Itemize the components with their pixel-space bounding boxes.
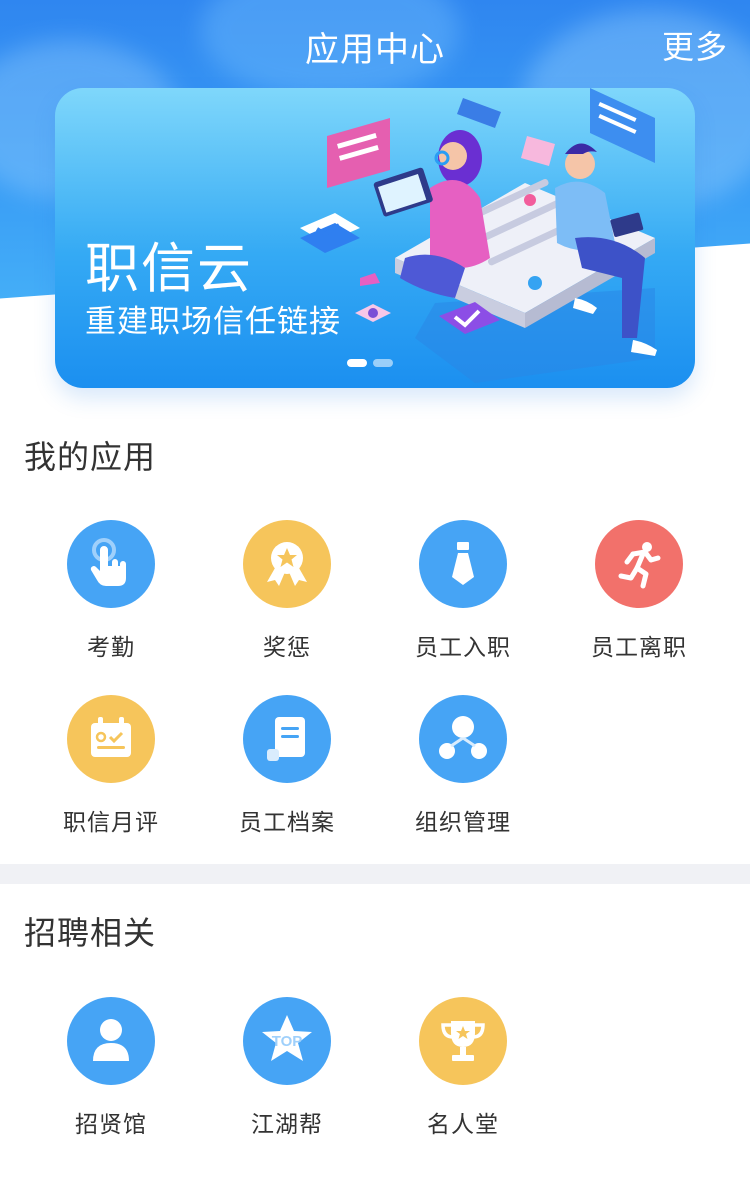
app-onboarding[interactable]: 员工入职 <box>375 520 551 662</box>
more-button[interactable]: 更多 <box>662 22 728 68</box>
app-attendance[interactable]: 考勤 <box>23 520 199 662</box>
trophy-icon <box>419 997 507 1085</box>
app-label: 员工入职 <box>415 635 511 661</box>
app-label: 员工离职 <box>591 635 687 661</box>
running-person-icon <box>595 520 683 608</box>
app-label: 奖惩 <box>263 635 311 661</box>
app-label: 江湖帮 <box>251 1112 323 1138</box>
carousel-indicator <box>347 359 393 367</box>
app-label: 考勤 <box>87 635 135 661</box>
app-rewards[interactable]: 奖惩 <box>199 520 375 662</box>
person-icon <box>67 997 155 1085</box>
app-label: 组织管理 <box>415 810 511 836</box>
app-label: 员工档案 <box>239 810 335 836</box>
app-label: 职信月评 <box>63 810 159 836</box>
org-structure-icon <box>419 695 507 783</box>
tie-icon <box>419 520 507 608</box>
section-title-recruitment: 招聘相关 <box>24 914 157 952</box>
medal-icon <box>243 520 331 608</box>
app-organization[interactable]: 组织管理 <box>375 695 551 837</box>
document-scroll-icon <box>243 695 331 783</box>
svg-text:TOP: TOP <box>272 1033 303 1050</box>
app-employee-records[interactable]: 员工档案 <box>199 695 375 837</box>
app-label: 名人堂 <box>427 1112 499 1138</box>
app-talent-hall[interactable]: 招贤馆 <box>23 997 199 1139</box>
top-bar: 应用中心 更多 <box>0 0 750 90</box>
app-jianghu[interactable]: TOP 江湖帮 <box>199 997 375 1139</box>
app-resignation[interactable]: 员工离职 <box>551 520 727 662</box>
calendar-check-icon <box>67 695 155 783</box>
carousel-dot-active[interactable] <box>347 359 367 367</box>
top-star-icon: TOP <box>243 997 331 1085</box>
section-divider <box>0 864 750 884</box>
section-title-my-apps: 我的应用 <box>24 438 157 476</box>
promo-banner[interactable]: 职信云 重建职场信任链接 <box>55 88 695 388</box>
carousel-dot[interactable] <box>373 359 393 367</box>
banner-headline: 职信云 <box>85 237 253 300</box>
banner-subline: 重建职场信任链接 <box>85 304 341 340</box>
page-title: 应用中心 <box>305 30 445 70</box>
app-label: 招贤馆 <box>75 1112 147 1138</box>
app-monthly-review[interactable]: 职信月评 <box>23 695 199 837</box>
app-hall-of-fame[interactable]: 名人堂 <box>375 997 551 1139</box>
touch-hand-icon <box>67 520 155 608</box>
